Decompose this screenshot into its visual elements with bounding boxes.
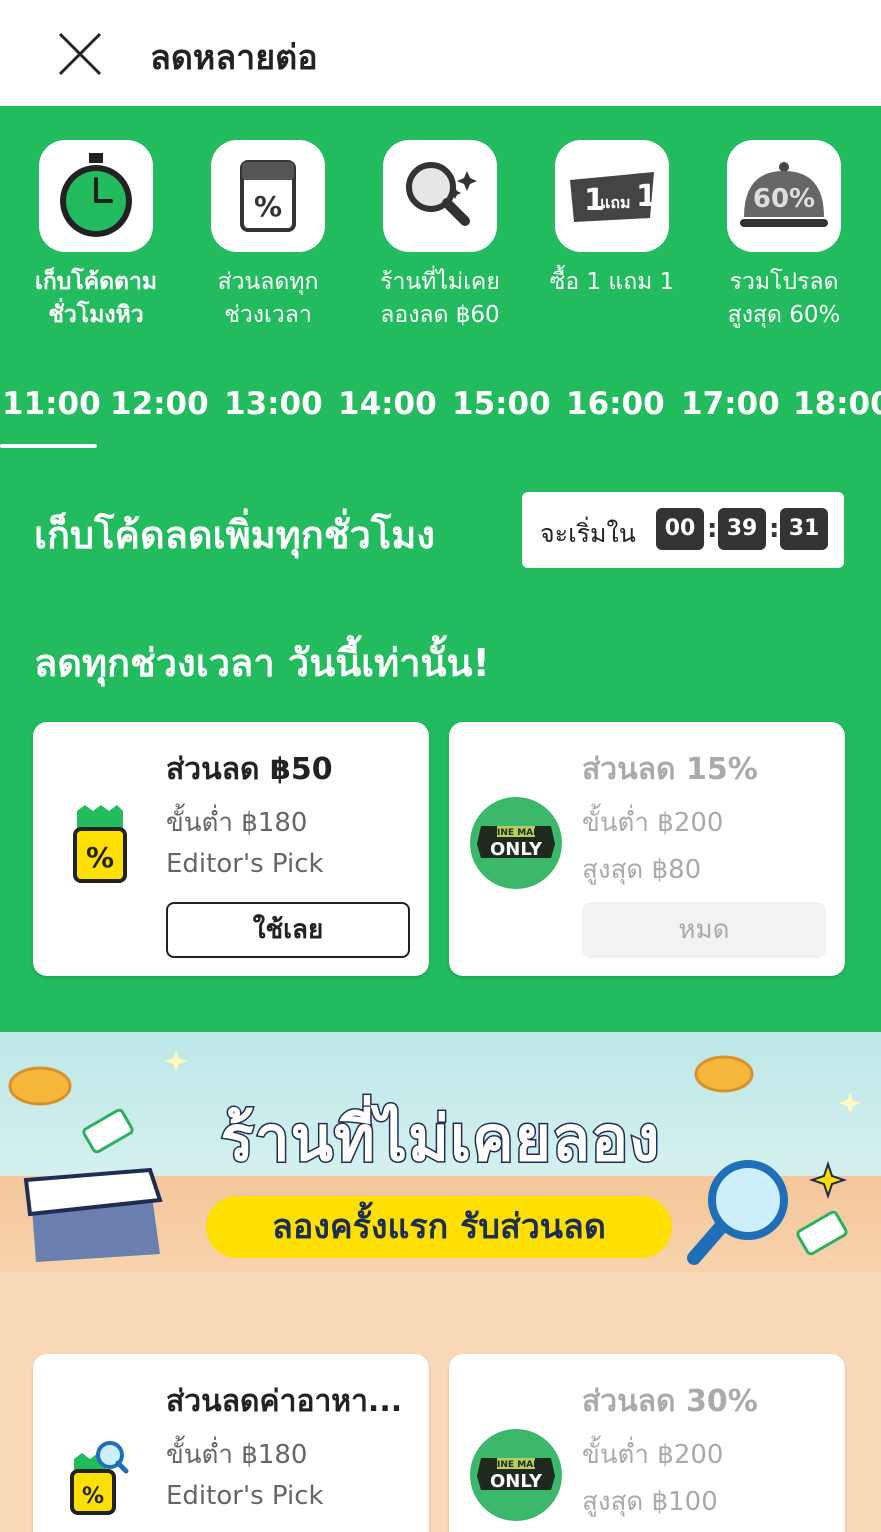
- coupon-card[interactable]: LINE MAN ONLY ส่วนลด 30% ขั้นต่ำ ฿200 สู…: [449, 1354, 845, 1532]
- coupon-title: ส่วนลด ฿50: [166, 752, 333, 787]
- countdown-timer: จะเริ่มใน 00 : 39 : 31: [522, 492, 844, 568]
- countdown-colon: :: [707, 514, 718, 544]
- banner-subtitle: ลองครั้งแรก รับส่วนลด: [206, 1196, 672, 1258]
- coupon-min-spend: ขั้นต่ำ ฿200: [582, 1440, 724, 1470]
- countdown-colon: :: [769, 514, 780, 544]
- platter-60-icon: 60%: [740, 162, 828, 227]
- tab-time[interactable]: 16:00: [566, 386, 665, 422]
- svg-text:%: %: [254, 190, 282, 223]
- coupon-percent-icon: %: [73, 805, 127, 883]
- tab-time[interactable]: 17:00: [681, 386, 780, 422]
- coupon-max: สูงสุด ฿100: [582, 1487, 718, 1517]
- lineman-only-badge-icon: LINE MAN ONLY: [470, 1429, 562, 1521]
- active-tab-indicator: [0, 444, 97, 448]
- coupon-icon-wrap: LINE MAN ONLY: [469, 796, 563, 890]
- banner-title: ร้านที่ไม่เคยลอง: [219, 1101, 661, 1177]
- coupon-min-spend: ขั้นต่ำ ฿180: [166, 1440, 308, 1470]
- category-label: ร้านที่ไม่เคย ลองลด ฿60: [380, 269, 500, 328]
- coupon-title: ส่วนลดค่าอาหา...: [166, 1384, 403, 1419]
- tab-time[interactable]: 13:00: [224, 386, 323, 422]
- svg-text:1: 1: [636, 179, 657, 214]
- tab-time[interactable]: 15:00: [452, 386, 551, 422]
- category-icon-box: 1 แถม 1: [555, 140, 669, 252]
- countdown-seconds: 31: [780, 508, 828, 550]
- coupon-title: ส่วนลด 30%: [582, 1384, 758, 1419]
- tab-time[interactable]: 12:00: [110, 386, 209, 422]
- time-tabs: 11:00 12:00 13:00 14:00 15:00 16:00 17:0…: [0, 386, 881, 450]
- category-label: ส่วนลดทุก ช่วงเวลา: [217, 269, 319, 328]
- coupon-extra: Editor's Pick: [166, 849, 324, 879]
- badge-top-text: LINE MAN: [491, 828, 540, 838]
- coupon-percent-icon: %: [240, 160, 296, 232]
- ticket-icon: [796, 1210, 848, 1256]
- all-day-title: ลดทุกช่วงเวลา วันนี้เท่านั้น!: [34, 641, 490, 685]
- page-title: ลดหลายต่อ: [150, 38, 318, 78]
- category-label: ซื้อ 1 แถม 1: [549, 269, 675, 295]
- countdown-label: จะเริ่มใน: [540, 519, 636, 548]
- close-button[interactable]: [52, 26, 108, 82]
- badge-top-text: LINE MAN: [491, 1460, 540, 1470]
- lineman-only-badge-icon: LINE MAN ONLY: [470, 797, 562, 889]
- coupon-extra: Editor's Pick: [166, 1481, 324, 1511]
- new-stores-section: % ส่วนลดค่าอาหา... ขั้นต่ำ ฿180 Editor's…: [0, 1272, 881, 1532]
- category-buy1-get1[interactable]: 1 แถม 1 ซื้อ 1 แถม 1: [526, 140, 698, 299]
- countdown-hours: 00: [656, 508, 704, 550]
- coupon-icon-wrap: %: [53, 1428, 147, 1522]
- buy1-get1-icon: 1 แถม 1: [570, 172, 657, 222]
- coupon-title: ส่วนลด 15%: [582, 752, 758, 787]
- magnifier-sparkle-icon: [406, 162, 477, 226]
- category-icon-box: [383, 140, 497, 252]
- tab-time[interactable]: 11:00: [2, 386, 101, 422]
- category-label: เก็บโค้ดตาม ชั่วโมงหิว: [34, 269, 158, 328]
- badge-bottom-text: ONLY: [490, 1471, 543, 1492]
- coin-icon: [694, 1055, 754, 1093]
- countdown-minutes: 39: [718, 508, 766, 550]
- coupon-icon-wrap: LINE MAN ONLY: [469, 1428, 563, 1522]
- stopwatch-icon: [60, 153, 132, 237]
- svg-text:แถม: แถม: [600, 193, 631, 212]
- category-new-stores[interactable]: ร้านที่ไม่เคย ลองลด ฿60: [354, 140, 526, 332]
- category-max-60[interactable]: 60% รวมโปรลด สูงสุด 60%: [698, 140, 870, 332]
- coupon-min-spend: ขั้นต่ำ ฿180: [166, 808, 308, 838]
- new-stores-banner[interactable]: ร้านที่ไม่เคยลอง ลองครั้งแรก รับส่วนลด: [0, 1032, 881, 1272]
- header: ลดหลายต่อ: [0, 0, 881, 106]
- coupon-card[interactable]: % ส่วนลด ฿50 ขั้นต่ำ ฿180 Editor's Pick …: [33, 722, 429, 976]
- badge-bottom-text: ONLY: [490, 839, 543, 860]
- coupon-search-icon: %: [70, 1441, 129, 1515]
- svg-text:60%: 60%: [753, 184, 815, 214]
- tab-time[interactable]: 14:00: [338, 386, 437, 422]
- promo-section: เก็บโค้ดตาม ชั่วโมงหิว % ส่วนลดทุก ช่วงเ…: [0, 106, 881, 1032]
- tab-time[interactable]: 18:00: [793, 386, 881, 422]
- coupon-card[interactable]: % ส่วนลดค่าอาหา... ขั้นต่ำ ฿180 Editor's…: [33, 1354, 429, 1532]
- coupon-max: สูงสุด ฿80: [582, 855, 702, 885]
- close-icon[interactable]: [52, 26, 108, 82]
- coupon-icon-wrap: %: [53, 796, 147, 890]
- category-hourly-codes[interactable]: เก็บโค้ดตาม ชั่วโมงหิว: [10, 140, 182, 332]
- category-all-time-discount[interactable]: % ส่วนลดทุก ช่วงเวลา: [182, 140, 354, 332]
- hourly-codes-title: เก็บโค้ดลดเพิ่มทุกชั่วโมง: [34, 513, 435, 557]
- coupon-min-spend: ขั้นต่ำ ฿200: [582, 808, 724, 838]
- category-label: รวมโปรลด สูงสุด 60%: [727, 269, 841, 328]
- category-icon-box: [39, 140, 153, 252]
- category-icon-box: %: [211, 140, 325, 252]
- coupon-card[interactable]: LINE MAN ONLY ส่วนลด 15% ขั้นต่ำ ฿200 สู…: [449, 722, 845, 976]
- sold-out-button: หมด: [582, 902, 826, 958]
- use-now-button[interactable]: ใช้เลย: [166, 902, 410, 958]
- svg-text:%: %: [82, 1484, 104, 1509]
- svg-text:%: %: [86, 841, 114, 874]
- category-icon-box: 60%: [727, 140, 841, 252]
